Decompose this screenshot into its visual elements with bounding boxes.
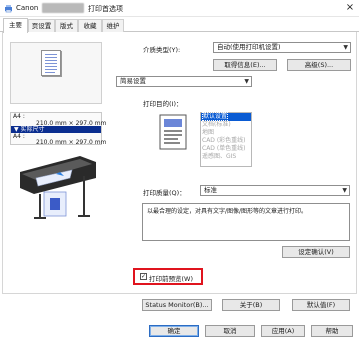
profile-select[interactable]: 简易设置 ▼ [116,76,252,87]
tab-maintenance[interactable]: 维护 [102,19,124,32]
purpose-item-cad-color[interactable]: CAD (彩色重线) [201,137,251,145]
preview-before-print-label[interactable]: 打印前预览(W) [149,273,193,283]
purpose-item-default[interactable]: 默认设置 [201,112,251,121]
printer-icon [5,5,12,13]
print-quality-value: 标准 [204,186,217,194]
purpose-item-document[interactable]: 文档(标准) [201,121,251,129]
print-purpose-label: 打印目的(I)： [143,100,183,108]
media-advanced-button[interactable]: 高级(S)... [287,59,351,71]
document-purpose-icon [159,114,187,150]
actual-size-band: ▼ 实际尺寸 [11,126,101,133]
media-type-select[interactable]: 自动(使用打印机设置) ▼ [213,42,351,53]
chevron-down-icon: ▼ [342,187,347,194]
close-button[interactable]: × [343,1,357,15]
preview-before-print-checkbox[interactable]: ✓ [140,273,147,280]
chevron-down-icon: ▼ [343,44,348,51]
chevron-down-icon: ▼ [244,78,249,85]
print-quality-label: 打印质量(Q)： [143,189,186,197]
tab-favorites[interactable]: 收藏 [78,19,102,32]
purpose-item-map[interactable]: 地图 [201,129,251,137]
get-info-button[interactable]: 取得信息(E)... [213,59,277,71]
apply-button[interactable]: 应用(A) [261,325,305,337]
confirm-settings-button[interactable]: 设定确认(V) [282,246,350,258]
print-quality-select[interactable]: 标准 ▼ [200,185,350,196]
media-size-label: A4 : [13,113,25,120]
paper-thumbnail [41,50,61,76]
ok-button[interactable]: 确定 [149,325,199,337]
output-size-value: 210.0 mm × 297.0 mm [36,139,107,146]
window-title: 打印首选项 [88,5,123,13]
large-format-printer-image [10,148,102,220]
quality-description: 以最合理的设定，对具有文字/图像/图形等的文章进行打印。 [142,203,350,241]
media-type-value: 自动(使用打印机设置) [217,43,281,51]
tab-layout[interactable]: 版式 [55,19,78,32]
window-brand: Canon [16,4,39,12]
tab-main[interactable]: 主要 [3,18,28,33]
purpose-item-gis[interactable]: 遥感图、GIS [201,153,251,161]
status-monitor-button[interactable]: Status Monitor(B)... [142,299,212,311]
purpose-item-label: 默认设置 [202,112,229,121]
tab-page-setup[interactable]: 页设置 [28,19,55,32]
purpose-item-cad-mono[interactable]: CAD (单色重线) [201,145,251,153]
about-button[interactable]: 关于(B) [222,299,280,311]
media-type-label: 介质类型(Y): [143,46,181,54]
profile-value: 简易设置 [120,77,146,85]
redacted-printer-name [42,3,84,13]
cancel-button[interactable]: 取消 [205,325,255,337]
output-size-label: A4 : [13,133,25,140]
defaults-button[interactable]: 默认值(F) [292,299,350,311]
print-purpose-list[interactable]: 默认设置 文档(标准) 地图 CAD (彩色重线) CAD (单色重线) 遥感图… [200,112,252,167]
actual-size-label: 实际尺寸 [20,126,45,133]
help-button[interactable]: 帮助 [311,325,353,337]
